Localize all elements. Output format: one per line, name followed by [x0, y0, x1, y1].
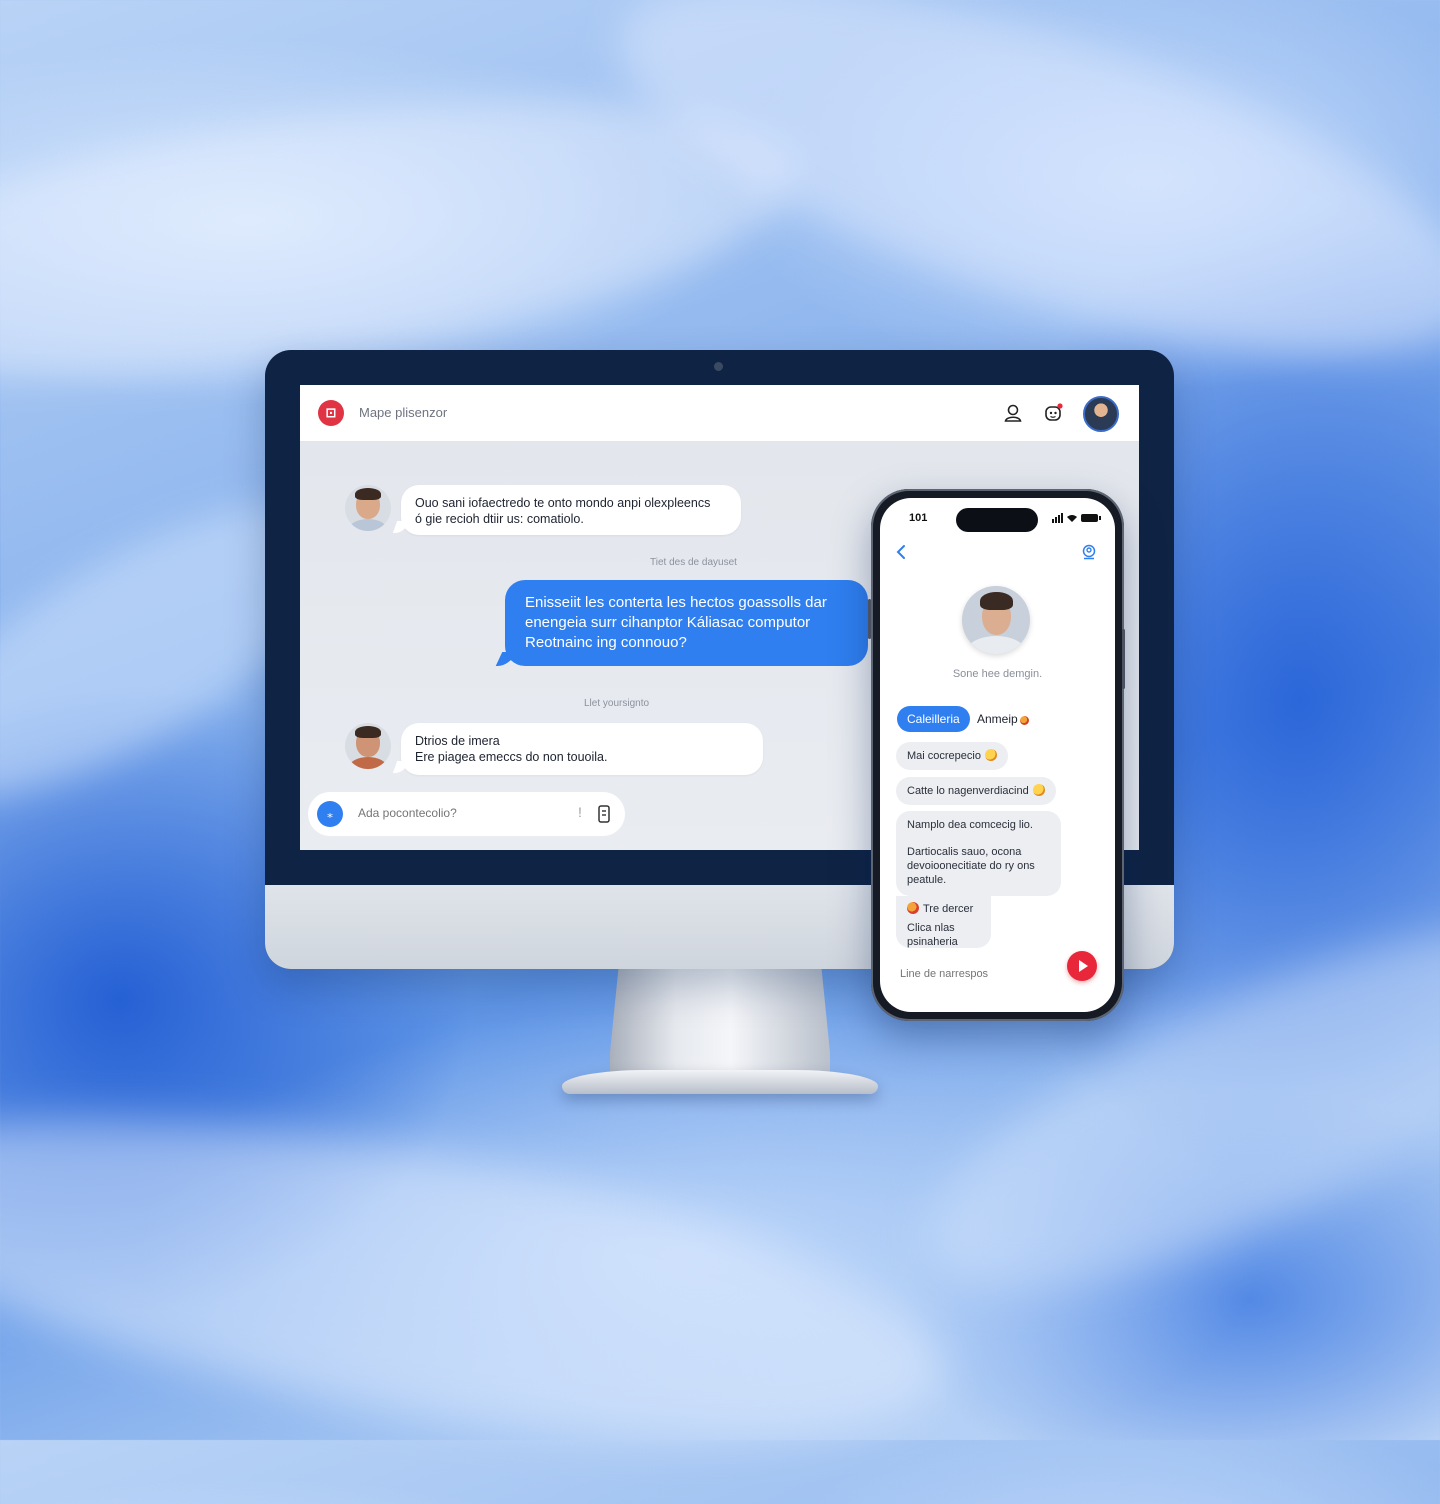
chat-bubble[interactable]: Namplo dea comcecig lio. Dartiocalis sau… [896, 811, 1061, 896]
contact-avatar [345, 723, 391, 769]
monitor-stand-base [562, 1070, 878, 1094]
contact-avatar [345, 485, 391, 531]
back-chevron-icon[interactable] [894, 544, 908, 560]
app-title: Mape plisenzor [359, 405, 448, 420]
suggestion-chip-active[interactable]: Caleilleria [897, 706, 970, 732]
chat-bubble[interactable]: Catte lo nagenverdiacind [896, 777, 1056, 805]
app-header: ⊡ Mape plisenzor [300, 385, 1139, 442]
background-wave [0, 1056, 965, 1504]
chat-bubble[interactable]: Mai cocrepecio [896, 742, 1008, 770]
message-composer: ⁎ ! [308, 792, 625, 836]
bubble-text: Mai cocrepecio [907, 750, 981, 762]
incoming-message: Ouo sani iofaectredo te onto mondo anpi … [401, 485, 741, 535]
mobile-message-input[interactable] [900, 968, 1050, 980]
timestamp: Tiet des de dayuset [650, 557, 737, 568]
message-text: enengeia surr cihanptor Káliasac computo… [525, 614, 811, 631]
mobile-chat-screen: 101 Sone hee demgin. Caleilleria Anmeip … [880, 498, 1115, 1012]
chip-label: Anmeip [977, 712, 1018, 726]
message-text: Ere piagea emeccs do non touoila. [415, 750, 608, 764]
dynamic-island [956, 508, 1038, 532]
bubble-text [907, 832, 1050, 845]
contact-name: Sone hee demgin. [952, 668, 1043, 680]
message-text: ó gie recioh dtiir us: comatiolo. [415, 512, 584, 526]
send-button[interactable] [1067, 951, 1097, 981]
bubble-line: Tre dercer [907, 902, 980, 916]
mobile-phone: 101 Sone hee demgin. Caleilleria Anmeip … [868, 489, 1125, 1021]
outgoing-message: Enisseiit les conterta les hectos goasso… [505, 580, 868, 666]
bot-notification-icon[interactable] [1042, 402, 1064, 424]
message-text: Ouo sani iofaectredo te onto mondo anpi … [415, 496, 711, 510]
attach-icon[interactable] [597, 804, 611, 824]
status-icons [1052, 513, 1101, 523]
magic-compose-button[interactable]: ⁎ [317, 801, 343, 827]
bubble-text: devoioonecitiate do ry ons [907, 860, 1035, 872]
bubble-text: peatule. [907, 874, 947, 886]
bubble-text: Tre dercer [923, 903, 974, 915]
bubble-text: psinaheria [907, 936, 958, 948]
contact-profile-avatar [962, 586, 1030, 654]
emoji-icon [984, 749, 997, 761]
status-time: 101 [909, 512, 928, 524]
app-logo-icon[interactable]: ⊡ [318, 400, 344, 426]
profile-icon[interactable] [1081, 544, 1097, 560]
user-icon[interactable] [1002, 402, 1024, 424]
phone-side-button [868, 599, 871, 639]
incoming-message: Dtrios de imera Ere piagea emeccs do non… [401, 723, 763, 775]
emoji-icon [1032, 784, 1045, 796]
timestamp: Llet yoursignto [584, 698, 650, 709]
phone-side-button [1122, 629, 1125, 689]
emoji-icon [907, 902, 919, 914]
chat-bubble[interactable]: Tre dercer Clica nlas psinaheria [896, 896, 991, 948]
message-text: Reotnainc ing connouo? [525, 634, 687, 651]
bubble-text: Dartiocalis sauo, ocona [907, 846, 1022, 858]
emoji-icon [1019, 716, 1029, 725]
webcam [714, 362, 723, 371]
alert-icon: ! [578, 804, 582, 820]
bubble-text: Clica nlas [907, 922, 955, 934]
message-input[interactable] [358, 806, 558, 820]
message-text: Enisseiit les conterta les hectos goasso… [525, 594, 827, 611]
suggestion-chip[interactable]: Anmeip [977, 712, 1033, 726]
bubble-text: Catte lo nagenverdiacind [907, 785, 1029, 797]
message-text: Dtrios de imera [415, 734, 500, 748]
account-avatar[interactable] [1083, 396, 1119, 432]
bubble-text: Namplo dea comcecig lio. [907, 819, 1033, 831]
